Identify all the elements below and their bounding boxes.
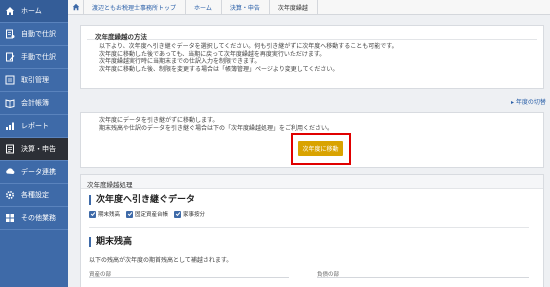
sidebar-item-transactions[interactable]: 取引管理 (0, 69, 68, 92)
sidebar-item-settings[interactable]: 各種設定 (0, 184, 68, 207)
breadcrumb-settlement[interactable]: 決算・申告 (222, 0, 270, 14)
method-line: 次年度繰越実行時に当期末までの仕訳入力を制限できます。 (99, 58, 261, 65)
method-panel-body: 以下より、次年度へ引き継ぐデータを選択してください。何も引き継がずに次年度へ移動… (81, 40, 543, 73)
sidebar-item-data-link[interactable]: データ連携 (0, 161, 68, 184)
sidebar-item-other[interactable]: その他業務 (0, 207, 68, 230)
sidebar-item-label: データ連携 (21, 168, 56, 176)
sidebar-item-label: 決算・申告 (21, 145, 56, 153)
checkbox-closing-balance[interactable]: 期末残高 (89, 210, 120, 218)
carryover-checkboxes: 期末残高 固定資産台帳 家事按分 (89, 210, 205, 218)
section-divider (89, 227, 529, 228)
sidebar-item-label: 各種設定 (21, 191, 49, 199)
sidebar-item-label: ホーム (21, 7, 42, 15)
method-line: 以下より、次年度へ引き継ぐデータを選択してください。何も引き継がずに次年度へ移動… (99, 43, 398, 50)
sidebar-item-settlement[interactable]: 決算・申告 (0, 138, 68, 161)
sidebar-item-label: レポート (21, 122, 49, 130)
checkbox-checked-icon (174, 210, 182, 218)
method-line: 次年度に移動した後であっても、当期に戻って次年度繰越を再度実行いただけます。 (99, 50, 326, 58)
method-line: 次年度に移動した後、制限を変更する場合は「帳簿管理」ページより変更してください。 (99, 65, 339, 73)
home-icon (72, 3, 79, 11)
liabilities-column-rule (317, 277, 529, 278)
sidebar-item-label: 自動で仕訳 (21, 30, 56, 38)
checkbox-label: 固定資産台帳 (135, 212, 169, 218)
breadcrumb: 渡辺ともお税理士事務所トップ ホーム 決算・申告 次年度繰越 (68, 0, 550, 15)
checkbox-fixed-assets[interactable]: 固定資産台帳 (126, 210, 168, 218)
checkbox-label: 家事按分 (183, 212, 206, 218)
gear-icon (5, 190, 15, 200)
report-icon (5, 121, 15, 131)
ledger-icon (5, 98, 15, 108)
move-button-highlight: 次年度に移動 (291, 133, 351, 165)
sidebar-item-manual-journal[interactable]: 手動で仕訳 (0, 46, 68, 69)
move-line: 期末残高や仕訳のデータを引き継ぐ場合は下の「次年度繰越処理」をご利用ください。 (99, 124, 334, 132)
settlement-icon (5, 144, 15, 154)
process-panel-header: 次年度繰越処理 (81, 175, 543, 189)
year-switch-link[interactable]: ▸ 年度の切替 (511, 97, 546, 106)
sidebar-item-home[interactable]: ホーム (0, 0, 68, 23)
sidebar-item-ledger[interactable]: 会計帳簿 (0, 92, 68, 115)
data-link-icon (5, 167, 15, 177)
sidebar: ホーム 自動で仕訳 手動で仕訳 取引管理 会計帳簿 レポート 決算・申告 データ… (0, 0, 68, 287)
main-content: 渡辺ともお税理士事務所トップ ホーム 決算・申告 次年度繰越 次年度繰越の方法 … (68, 0, 550, 287)
move-panel-body: 次年度にデータを引き継がずに移動します。 期末残高や仕訳のデータを引き継ぐ場合は… (81, 113, 543, 132)
checkbox-checked-icon (126, 210, 134, 218)
closing-balance-title: 期末残高 (89, 237, 132, 247)
process-panel: 次年度繰越処理 次年度へ引き継ぐデータ 期末残高 固定資産台帳 家事按分 期末残… (80, 174, 544, 287)
method-panel: 次年度繰越の方法 以下より、次年度へ引き継ぐデータを選択してください。何も引き継… (80, 25, 544, 89)
sidebar-item-label: 会計帳簿 (21, 99, 49, 107)
breadcrumb-home[interactable]: ホーム (186, 0, 222, 14)
carryover-section-title: 次年度へ引き継ぐデータ (89, 195, 195, 205)
closing-balance-note: 以下の残高が次年度の期首残高として補越されます。 (89, 257, 233, 264)
breadcrumb-home-button[interactable] (68, 0, 84, 14)
assets-column-rule (89, 277, 289, 278)
checkbox-checked-icon (89, 210, 96, 218)
move-next-year-button[interactable]: 次年度に移動 (298, 141, 343, 156)
other-icon (5, 213, 15, 223)
sidebar-item-label: 取引管理 (21, 76, 49, 84)
home-icon (5, 6, 15, 16)
auto-journal-icon (5, 29, 15, 39)
method-panel-title: 次年度繰越の方法 (87, 26, 537, 41)
move-line: 次年度にデータを引き継がずに移動します。 (99, 117, 219, 124)
sidebar-item-label: その他業務 (21, 214, 56, 222)
transaction-icon (5, 75, 15, 85)
breadcrumb-office-top[interactable]: 渡辺ともお税理士事務所トップ (84, 0, 187, 14)
breadcrumb-current: 次年度繰越 (270, 0, 318, 14)
checkbox-household-allocation[interactable]: 家事按分 (174, 210, 205, 218)
manual-journal-icon (5, 52, 15, 62)
checkbox-label: 期末残高 (98, 212, 121, 218)
sidebar-item-auto-journal[interactable]: 自動で仕訳 (0, 23, 68, 46)
move-panel: 次年度にデータを引き継がずに移動します。 期末残高や仕訳のデータを引き継ぐ場合は… (80, 112, 544, 168)
sidebar-item-report[interactable]: レポート (0, 115, 68, 138)
sidebar-item-label: 手動で仕訳 (21, 53, 56, 61)
